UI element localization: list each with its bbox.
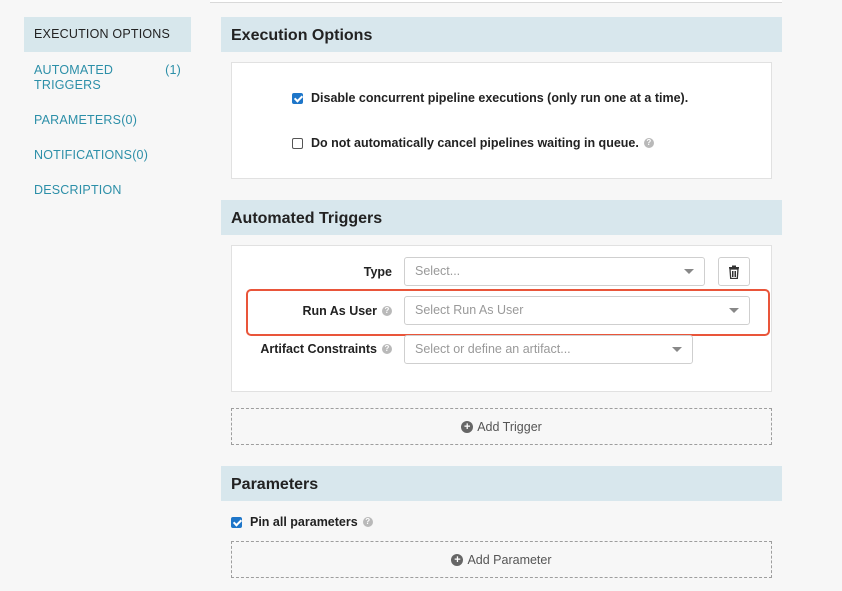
no-cancel-option[interactable]: Do not automatically cancel pipelines wa… <box>292 136 654 150</box>
execution-options-section: Execution Options Disable concurrent pip… <box>221 17 782 179</box>
chevron-down-icon <box>672 347 682 352</box>
sidebar-item-execution-options[interactable]: EXECUTION OPTIONS <box>24 17 191 52</box>
sidebar-item-label: EXECUTION OPTIONS <box>34 27 171 41</box>
add-trigger-label: Add Trigger <box>477 419 542 434</box>
section-title: Parameters <box>221 466 782 501</box>
plus-circle-icon: + <box>461 420 474 433</box>
pin-all-parameters-option[interactable]: Pin all parameters ? <box>231 515 782 529</box>
top-divider <box>210 0 782 3</box>
run-as-user-label: Run As User ? <box>272 296 392 325</box>
chevron-down-icon <box>729 308 739 313</box>
help-icon[interactable]: ? <box>362 517 373 527</box>
artifact-constraints-label: Artifact Constraints ? <box>242 334 392 363</box>
sidebar-item-label: PARAMETERS(0) <box>34 113 138 127</box>
automated-triggers-section: Automated Triggers Type Select... Run As… <box>221 200 782 445</box>
no-cancel-label: Do not automatically cancel pipelines wa… <box>311 136 639 150</box>
sidebar-item-label: AUTOMATED TRIGGERS <box>34 63 114 92</box>
sidebar-nav: EXECUTION OPTIONS AUTOMATED TRIGGERS (1)… <box>24 17 191 198</box>
help-icon[interactable]: ? <box>382 305 392 316</box>
help-icon[interactable]: ? <box>643 138 654 148</box>
sidebar-item-automated-triggers[interactable]: AUTOMATED TRIGGERS (1) <box>24 63 191 93</box>
sidebar-item-notifications[interactable]: NOTIFICATIONS(0) <box>24 148 191 163</box>
sidebar-item-label: DESCRIPTION <box>34 183 122 197</box>
section-title: Automated Triggers <box>221 200 782 235</box>
help-icon[interactable]: ? <box>382 343 392 354</box>
pin-all-parameters-label: Pin all parameters <box>250 515 358 529</box>
chevron-down-icon <box>684 269 694 274</box>
sidebar-item-count: (1) <box>165 63 181 77</box>
disable-concurrent-checkbox[interactable] <box>292 92 303 104</box>
pin-all-parameters-checkbox[interactable] <box>231 516 242 528</box>
type-select[interactable]: Select... <box>404 257 705 286</box>
sidebar-item-description[interactable]: DESCRIPTION <box>24 183 191 198</box>
trash-icon <box>729 265 739 279</box>
disable-concurrent-option[interactable]: Disable concurrent pipeline executions (… <box>292 91 688 105</box>
add-parameter-button[interactable]: + Add Parameter <box>231 541 772 578</box>
add-parameter-label: Add Parameter <box>467 552 552 567</box>
main-content: Execution Options Disable concurrent pip… <box>221 17 782 578</box>
delete-trigger-button[interactable] <box>718 257 750 286</box>
run-as-user-select[interactable]: Select Run As User <box>404 296 750 325</box>
sidebar-item-label: NOTIFICATIONS(0) <box>34 148 149 162</box>
no-cancel-checkbox[interactable] <box>292 137 303 149</box>
section-title: Execution Options <box>221 17 782 52</box>
sidebar-item-parameters[interactable]: PARAMETERS(0) <box>24 113 191 128</box>
execution-options-panel: Disable concurrent pipeline executions (… <box>231 62 772 179</box>
type-label: Type <box>363 264 392 279</box>
add-trigger-button[interactable]: + Add Trigger <box>231 408 772 445</box>
disable-concurrent-label: Disable concurrent pipeline executions (… <box>311 91 689 105</box>
parameters-section: Parameters Pin all parameters ? + Add Pa… <box>221 466 782 578</box>
trigger-panel: Type Select... Run As User ? Select Run … <box>231 245 772 392</box>
artifact-constraints-select[interactable]: Select or define an artifact... <box>404 335 693 364</box>
plus-circle-icon: + <box>451 553 464 566</box>
